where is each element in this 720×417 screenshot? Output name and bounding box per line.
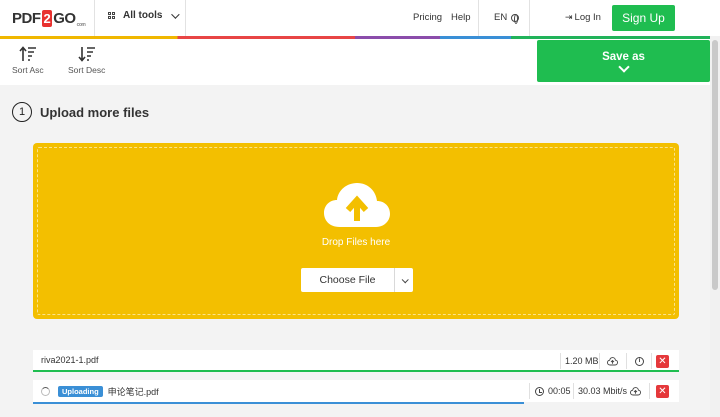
scrollbar-thumb[interactable] [712, 40, 718, 290]
chevron-down-icon [171, 9, 181, 19]
file-row: Uploading 申论笔记.pdf 00:05 30.03 Mbit/s ✕ [33, 380, 679, 404]
clock-icon [535, 386, 544, 396]
pricing-link[interactable]: Pricing [413, 12, 442, 23]
upload-speed: 30.03 Mbit/s [578, 386, 628, 396]
login-link[interactable]: ⇥ Log In [565, 12, 601, 23]
page-scrollbar[interactable] [710, 36, 720, 417]
file-name: riva2021-1.pdf [41, 355, 99, 365]
file-size: 1.20 MB [565, 356, 599, 366]
file-dropzone[interactable]: Drop Files here Choose File [33, 143, 679, 319]
language-label: EN [494, 12, 508, 23]
remove-file-button[interactable]: ✕ [656, 385, 669, 398]
logo-two: 2 [41, 9, 53, 27]
upload-time-value: 00:05 [548, 386, 571, 396]
choose-file-button[interactable]: Choose File [301, 268, 413, 292]
pdf2go-logo[interactable]: PDF 2 GO com [12, 8, 86, 28]
globe-icon [511, 13, 520, 24]
top-header: PDF 2 GO com All tools Pricing Help EN ⇥ Lo… [0, 0, 720, 36]
grid-icon [108, 12, 115, 19]
file-name: 申论笔记.pdf [107, 386, 159, 397]
all-tools-menu[interactable]: All tools [108, 9, 181, 21]
sort-asc-button[interactable]: Sort Asc [12, 46, 44, 75]
status-badge: Uploading [58, 385, 103, 397]
step-title: Upload more files [40, 104, 150, 120]
sort-desc-label: Sort Desc [68, 65, 106, 75]
upload-step-heading: 1 Upload more files [12, 102, 149, 122]
logo-tm: com [76, 22, 86, 28]
upload-progress-bar [33, 402, 524, 404]
chevron-down-icon [401, 275, 409, 283]
drop-files-text: Drop Files here [321, 237, 391, 248]
cloud-upload-icon [324, 183, 390, 227]
cloud-save-icon[interactable] [607, 350, 618, 372]
cloud-save-icon[interactable] [630, 380, 641, 402]
language-selector[interactable]: EN [494, 12, 520, 24]
chevron-down-icon [617, 61, 630, 73]
step-number: 1 [12, 102, 32, 122]
header-divider [478, 0, 479, 36]
logo-suffix: GO [53, 9, 76, 27]
upload-time: 00:05 [535, 380, 571, 402]
info-icon: i [635, 356, 644, 366]
loading-spinner-icon [41, 386, 50, 396]
header-divider [185, 0, 186, 36]
all-tools-label: All tools [123, 10, 163, 21]
dropzone-inner[interactable]: Drop Files here Choose File [37, 147, 675, 315]
header-divider [529, 0, 530, 36]
sort-desc-icon [78, 47, 95, 62]
file-info-button[interactable]: i [635, 350, 644, 372]
file-row: riva2021-1.pdf 1.20 MB i ✕ [33, 350, 679, 372]
sort-desc-button[interactable]: Sort Desc [68, 46, 105, 75]
header-divider [94, 0, 95, 36]
logo-prefix: PDF [12, 9, 41, 27]
sort-asc-icon [19, 46, 36, 61]
remove-file-button[interactable]: ✕ [656, 355, 669, 368]
choose-file-dropdown[interactable] [395, 268, 413, 292]
choose-file-label[interactable]: Choose File [301, 268, 395, 292]
login-icon: ⇥ [565, 12, 573, 22]
save-as-button[interactable]: Save as [537, 40, 710, 82]
help-link[interactable]: Help [451, 12, 471, 23]
signup-button[interactable]: Sign Up [612, 5, 675, 31]
login-label: Log In [574, 12, 601, 23]
sort-asc-label: Sort Asc [12, 65, 44, 75]
